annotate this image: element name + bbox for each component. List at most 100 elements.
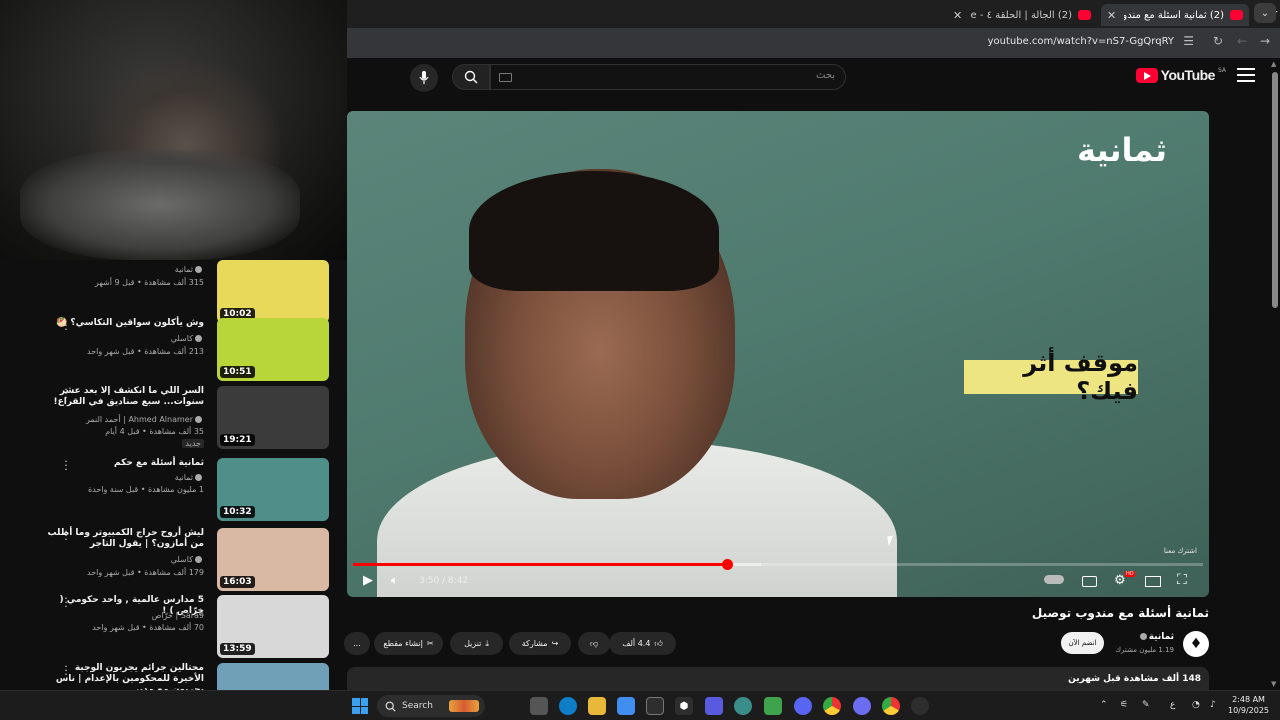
volume-icon[interactable]: ♪ — [1210, 700, 1216, 710]
app-icon[interactable] — [911, 697, 929, 715]
volume-icon[interactable]: 🔈︎ — [391, 573, 398, 588]
recommendation-item[interactable]: · · · 10:32 ثمانية أسئلة مع حكم ثمانية 1 م… — [0, 456, 340, 524]
settings-icon[interactable]: ⚙ — [1114, 573, 1126, 588]
forward-icon[interactable]: → — [1260, 34, 1270, 48]
share-icon: ↪ — [551, 639, 559, 648]
discord-icon[interactable] — [794, 697, 812, 715]
guide-menu-button[interactable] — [1237, 68, 1255, 82]
recommendation-channel[interactable]: ثمانية — [175, 265, 204, 274]
recommendation-thumbnail[interactable]: 10:51 — [217, 318, 329, 381]
pen-icon[interactable]: ✎ — [1142, 700, 1150, 710]
task-view-icon[interactable] — [530, 697, 548, 715]
recommendation-thumbnail[interactable]: 13:59 — [217, 595, 329, 658]
scrollbar-thumb[interactable] — [1272, 72, 1278, 308]
recommendation-item[interactable]: · · · 19:21 السر اللي ما انكشف إلا بعد عشر… — [0, 384, 340, 452]
chrome-icon[interactable] — [823, 697, 841, 715]
recommendation-thumbnail[interactable]: 19:21 — [217, 386, 329, 449]
recommendation-thumbnail[interactable]: 10:32 — [217, 458, 329, 521]
more-actions-button[interactable]: ... — [344, 632, 370, 655]
like-button[interactable]: 👍︎ 4.4 ألف — [609, 632, 676, 655]
play-icon[interactable]: ▶ — [363, 573, 373, 588]
close-tab-icon[interactable]: ✕ — [953, 9, 962, 22]
webcam-overlay — [0, 0, 347, 260]
youtube-logo[interactable]: YouTube SA — [1135, 67, 1226, 83]
page-scrollbar[interactable]: ▲ ▼ — [1270, 58, 1280, 690]
wifi-icon[interactable]: ◔ — [1192, 700, 1200, 710]
recommendation-meta: 35 ألف مشاهدة • قبل 4 أيام — [105, 427, 204, 436]
new-badge: جديد — [182, 439, 204, 448]
network-icon[interactable]: ⚟ — [1120, 700, 1128, 710]
app-icon[interactable] — [853, 697, 871, 715]
recommendation-item[interactable]: · · · 13:59 5 مدارس عالمية , واحد حكومي ( … — [0, 593, 340, 661]
edge-icon[interactable] — [559, 697, 577, 715]
site-controls-icon[interactable]: ☰ — [1183, 34, 1194, 48]
recommendation-title[interactable]: محتالين جرائم يجربون الوجبة الأخيرة للمح… — [44, 663, 204, 690]
recommendation-title[interactable]: ليش أروح حراج الكمبيوتر وما أطلب من أماز… — [44, 528, 204, 550]
tab-search-icon[interactable]: ⌄ — [1254, 3, 1276, 23]
windows-start-icon[interactable] — [352, 698, 368, 714]
subtitles-icon[interactable] — [1082, 576, 1097, 587]
app-icon[interactable] — [734, 697, 752, 715]
verified-icon — [195, 335, 202, 342]
verified-icon — [195, 474, 202, 481]
keyboard-icon[interactable] — [499, 73, 512, 82]
tab-inactive[interactable]: ✕ (2) الجالة | الحلقة ٤ - YouTube — [947, 4, 1097, 26]
url-field[interactable]: youtube.com/watch?v=nS7-GgQrqRY — [988, 36, 1174, 47]
theater-mode-icon[interactable] — [1145, 576, 1161, 587]
windows-taskbar: Search ⬢ ⌃ ⚟ ✎ ع ◔ ♪ 2:48 AM 10/9/2025 — [0, 690, 1280, 720]
system-clock[interactable]: 2:48 AM 10/9/2025 — [1228, 694, 1269, 716]
clip-button[interactable]: ✂ إنشاء مقطع — [374, 632, 443, 655]
reload-icon[interactable]: ↻ — [1213, 34, 1223, 48]
store-icon[interactable] — [646, 697, 664, 715]
search-input[interactable]: بحث — [490, 64, 846, 90]
fullscreen-icon[interactable]: ⛶ — [1177, 572, 1187, 588]
minecraft-icon[interactable] — [764, 697, 782, 715]
recommendation-item[interactable]: · · · 10:51 وش يأكلون سواقين التكاسي؟ 🥙 كا… — [0, 316, 340, 384]
scroll-down-icon[interactable]: ▼ — [1271, 680, 1276, 688]
input-language[interactable]: ع — [1170, 700, 1175, 710]
recommendation-thumbnail[interactable] — [217, 663, 329, 690]
recommendation-title[interactable]: ثمانية أسئلة مع حكم — [44, 458, 204, 469]
recommendation-channel[interactable]: Ahmed Alnamer | أحمد النمر — [86, 415, 204, 424]
tray-overflow-icon[interactable]: ⌃ — [1100, 700, 1108, 710]
taskbar-search[interactable]: Search — [377, 695, 485, 717]
video-duration: 10:32 — [220, 506, 255, 518]
chrome-icon[interactable] — [882, 697, 900, 715]
channel-name[interactable]: ثمانية — [1138, 632, 1174, 642]
back-icon[interactable]: ← — [1237, 34, 1247, 48]
close-tab-icon[interactable]: ✕ — [1107, 9, 1116, 22]
tab-active[interactable]: ✕ (2) ثمانية أسئلة مع مندوب توصيل — [1101, 4, 1249, 26]
youtube-wordmark: YouTube — [1160, 67, 1216, 83]
copilot-icon[interactable] — [617, 697, 635, 715]
views-and-date: 148 ألف مشاهدة قبل شهرين — [1068, 674, 1201, 684]
recommendation-thumbnail[interactable]: 10:02 — [217, 260, 329, 323]
download-button[interactable]: ⤓ تنزيل — [450, 632, 503, 655]
file-explorer-icon[interactable] — [588, 697, 606, 715]
subscribe-watermark[interactable]: اشترك معنا — [1164, 547, 1197, 555]
progress-bar[interactable] — [353, 559, 1203, 570]
share-button[interactable]: ↪ مشاركة — [509, 632, 571, 655]
recommendation-thumbnail[interactable]: 16:03 — [217, 528, 329, 591]
dislike-button[interactable]: 👎︎ — [578, 632, 610, 655]
video-duration: 13:59 — [220, 643, 255, 655]
channel-avatar[interactable]: ♦ — [1183, 631, 1209, 657]
join-button[interactable]: انضم الآن — [1061, 632, 1104, 654]
recommendation-title[interactable]: السر اللي ما انكشف إلا بعد عشر سنوات... … — [44, 386, 205, 408]
recommendation-channel[interactable]: ثمانية — [175, 473, 204, 482]
brand-overlay-logo: ثمانية — [1077, 131, 1167, 169]
voice-search-button[interactable] — [410, 64, 438, 92]
recommendation-item[interactable]: 10:02 ثمانية 315 ألف مشاهدة • قبل 9 أشهر — [0, 260, 340, 326]
app-icon[interactable] — [705, 697, 723, 715]
youtube-play-icon — [1135, 67, 1158, 83]
search-button[interactable] — [452, 64, 490, 90]
recommendation-item[interactable]: · · · 16:03 ليش أروح حراج الكمبيوتر وما أط… — [0, 526, 340, 594]
recommendation-title[interactable]: وش يأكلون سواقين التكاسي؟ 🥙 — [44, 318, 204, 329]
scroll-up-icon[interactable]: ▲ — [1271, 60, 1276, 68]
recommendation-item[interactable]: · · · محتالين جرائم يجربون الوجبة الأخيرة … — [0, 661, 340, 690]
video-player[interactable]: ثمانية موقف أثر فيك؟ اشترك معنا ▶ 🔈︎ 3:5… — [347, 111, 1209, 597]
recommendation-channel[interactable]: كاسلي — [171, 555, 204, 564]
recommendation-channel[interactable]: كاسلي — [171, 334, 204, 343]
app-icon[interactable]: ⬢ — [675, 697, 693, 715]
recommendation-channel[interactable]: Sara9 | خَرّاص — [152, 611, 204, 620]
autoplay-toggle[interactable] — [1044, 575, 1064, 584]
